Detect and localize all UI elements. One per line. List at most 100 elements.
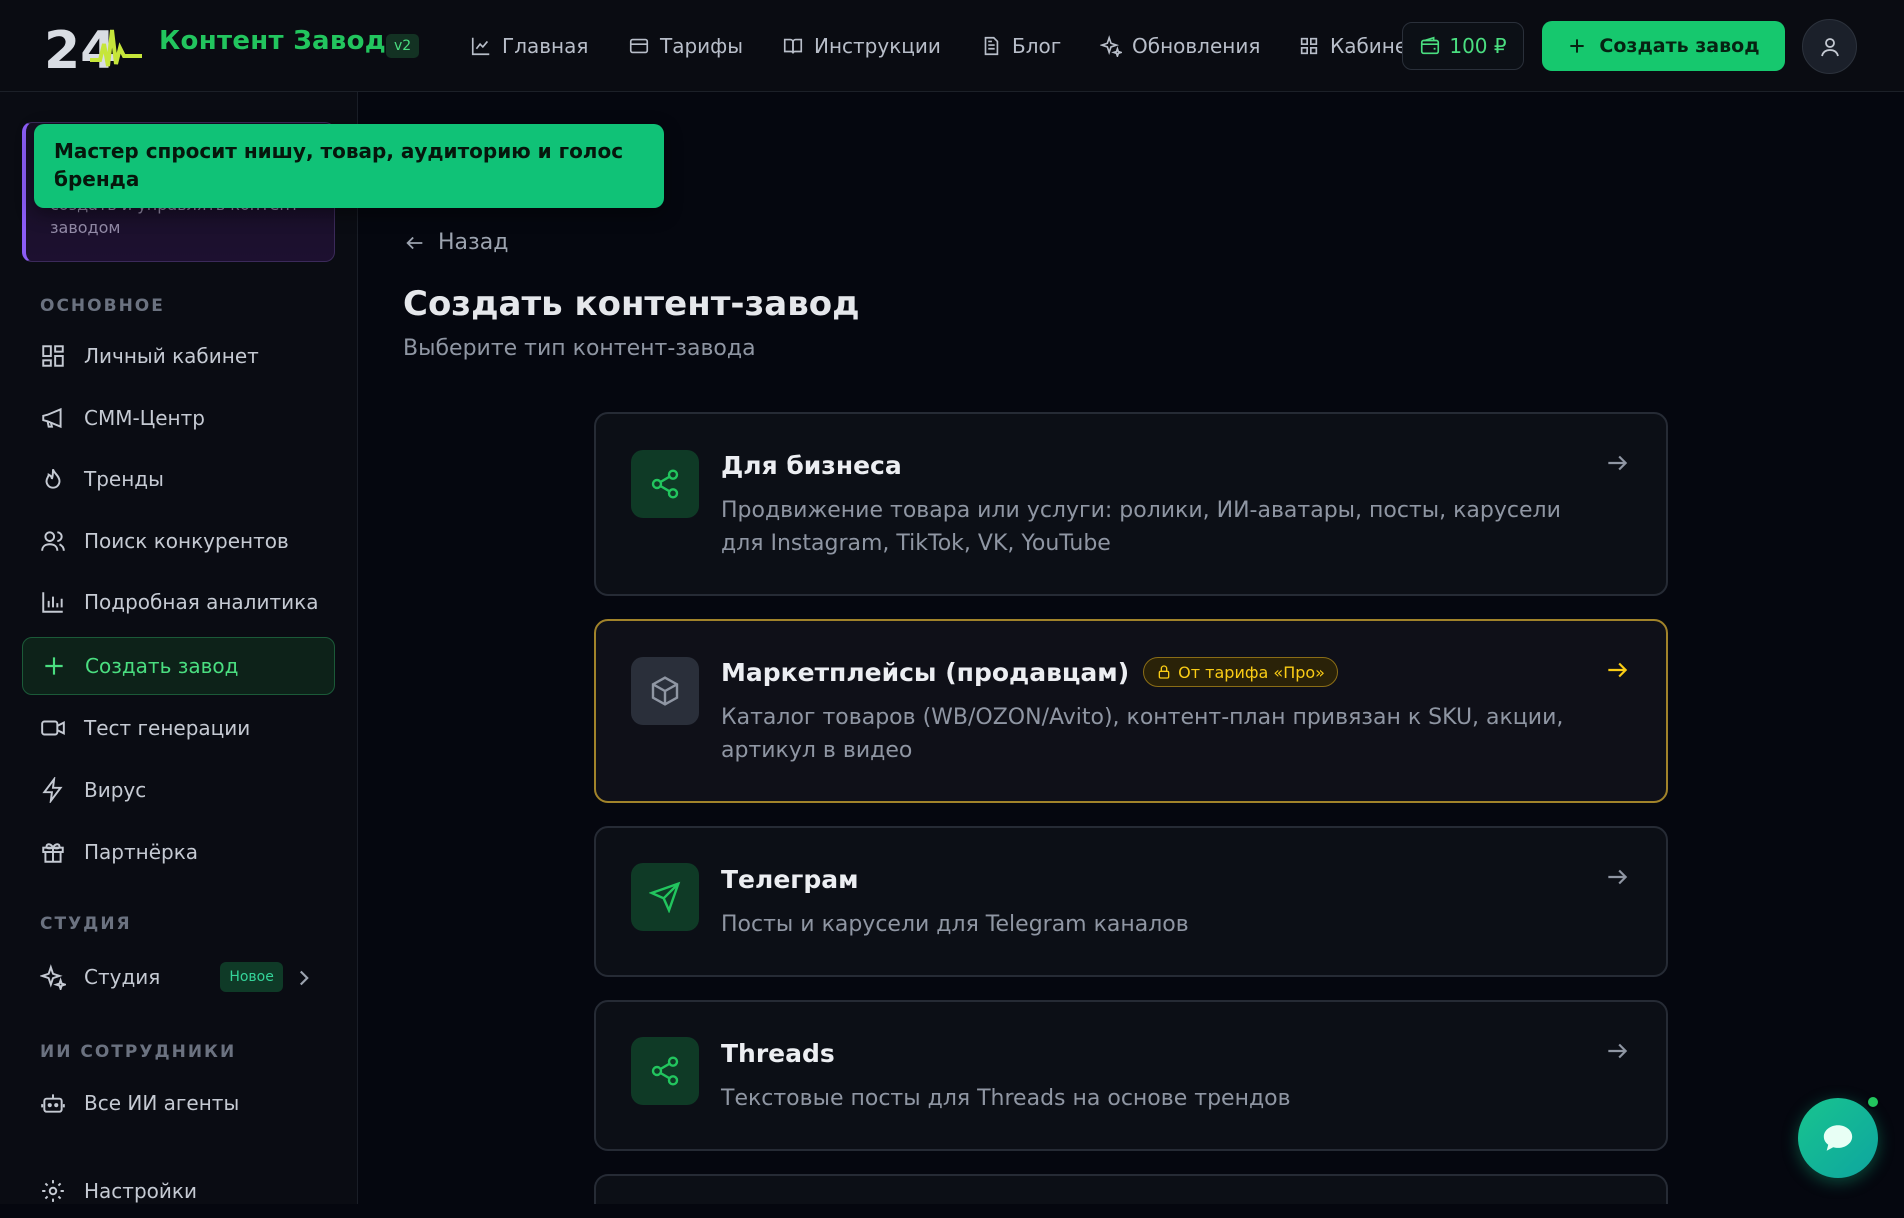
share-icon [651,469,679,499]
nav-updates[interactable]: Обновления [1100,33,1260,59]
top-bar: 24 Контент Завод v2 Главная Тарифы Инстр… [0,0,1904,92]
megaphone-icon [42,407,62,429]
create-factory-label: Создать завод [1599,35,1760,57]
sidebar-item-label: Студия [84,965,161,989]
sidebar-item-competitors[interactable]: Поиск конкурентов [22,514,335,568]
new-badge: Новое [220,962,283,992]
card-icon [629,38,649,54]
sidebar-item-label: Партнёрка [84,840,199,864]
sidebar: создать и управлять контент-заводом ОСНО… [0,92,358,1204]
sidebar-item-studio[interactable]: Студия Новое [22,950,335,1004]
share-icon [651,1056,679,1086]
lock-icon [1158,665,1170,679]
card-icon-box [631,863,699,931]
back-link[interactable]: Назад [404,230,508,255]
section-main-title: ОСНОВНОЕ [40,296,165,316]
pro-tariff-badge: От тарифа «Про» [1143,657,1338,687]
chart-icon [471,37,490,56]
sidebar-item-virus[interactable]: Вирус [22,763,335,817]
sidebar-item-analytics[interactable]: Подробная аналитика [22,575,335,629]
sidebar-item-label: Вирус [84,778,147,802]
package-icon [651,676,679,706]
card-title: Для бизнеса [721,451,902,480]
nav-cabinet[interactable]: Кабинет [1298,33,1416,59]
sidebar-item-label: Тест генерации [84,716,251,740]
brand-name[interactable]: Контент Завод [159,26,386,56]
chat-button[interactable] [1798,1098,1878,1178]
sidebar-item-label: СММ-Центр [84,406,205,430]
arrow-left-icon [406,236,423,249]
sidebar-item-label: Настройки [84,1179,197,1203]
page-subtitle: Выберите тип контент-завода [403,336,756,361]
sidebar-item-partners[interactable]: Партнёрка [22,825,335,879]
back-label: Назад [438,230,509,255]
factory-card-marketplaces[interactable]: Маркетплейсы (продавцам) От тарифа «Про»… [594,619,1668,803]
factory-card-business[interactable]: Для бизнеса Продвижение товара или услуг… [594,412,1668,596]
plus-icon [1570,39,1585,53]
user-avatar-button[interactable] [1802,19,1857,74]
card-icon-box [631,1037,699,1105]
plus-icon [45,657,63,675]
factory-card-threads[interactable]: Threads Текстовые посты для Threads на о… [594,1000,1668,1151]
sidebar-item-ai-agents[interactable]: Все ИИ агенты [22,1076,335,1130]
arrow-right-icon [1608,662,1628,678]
card-description: Посты и карусели для Telegram каналов [721,912,1189,937]
grid-icon [1300,37,1318,55]
nav-tariffs-label: Тарифы [660,34,744,58]
sparkle-icon [40,964,66,990]
balance-button[interactable]: 100 ₽ [1402,22,1524,70]
sidebar-item-smm[interactable]: СММ-Центр [22,391,335,445]
create-factory-button[interactable]: Создать завод [1542,21,1785,71]
arrow-right-icon [1608,869,1628,885]
factory-card-telegram[interactable]: Телеграм Посты и карусели для Telegram к… [594,826,1668,977]
video-icon [41,720,65,736]
version-badge: v2 [386,34,420,58]
online-indicator [1866,1095,1880,1109]
card-icon-box [631,450,699,518]
sidebar-item-cabinet[interactable]: Личный кабинет [22,329,335,383]
card-title: Threads [721,1039,835,1068]
sidebar-item-test-generation[interactable]: Тест генерации [22,701,335,755]
arrow-right-icon [1608,1043,1628,1059]
card-description: Каталог товаров (WB/OZON/Avito), контент… [721,705,1564,763]
factory-card-next[interactable] [594,1174,1668,1204]
sidebar-item-settings[interactable]: Настройки [22,1164,335,1218]
card-title: Маркетплейсы (продавцам) От тарифа «Про» [721,657,1338,687]
user-icon [1820,37,1839,56]
flame-icon [45,468,61,489]
chevron-right-icon[interactable] [291,965,317,991]
gift-icon [42,843,64,863]
book-icon [783,38,803,54]
wallet-icon [1421,36,1440,55]
card-description: Продвижение товара или услуги: ролики, И… [721,498,1561,556]
sparkle-icon [1100,35,1122,57]
users-icon [41,531,65,551]
sidebar-item-label: Создать завод [85,654,239,678]
card-description: Текстовые посты для Threads на основе тр… [721,1086,1291,1111]
page-title: Создать контент-завод [403,284,860,324]
nav-home-label: Главная [502,34,589,58]
sidebar-item-label: Личный кабинет [84,344,259,368]
section-ai-title: ИИ СОТРУДНИКИ [40,1042,237,1062]
nav-instructions-label: Инструкции [814,34,941,58]
robot-icon [41,1094,65,1113]
chat-icon [1823,1125,1853,1151]
sidebar-item-create-factory[interactable]: Создать завод [22,637,335,695]
nav-blog-label: Блог [1012,34,1062,58]
sidebar-item-trends[interactable]: Тренды [22,452,335,506]
card-title: Телеграм [721,865,859,894]
card-icon-box [631,657,699,725]
document-icon [984,36,999,56]
arrow-right-icon [1608,455,1628,471]
send-icon [649,881,681,913]
section-studio-title: СТУДИЯ [40,914,132,934]
lightning-icon [42,777,63,803]
balance-amount: 100 ₽ [1449,34,1507,58]
nav-updates-label: Обновления [1132,34,1261,58]
logo-24-icon[interactable]: 24 [44,20,144,74]
nav-home[interactable]: Главная [470,33,588,59]
nav-instructions[interactable]: Инструкции [782,33,941,59]
nav-tariffs[interactable]: Тарифы [628,33,743,59]
nav-blog[interactable]: Блог [980,33,1061,59]
sidebar-item-label: Поиск конкурентов [84,529,289,553]
